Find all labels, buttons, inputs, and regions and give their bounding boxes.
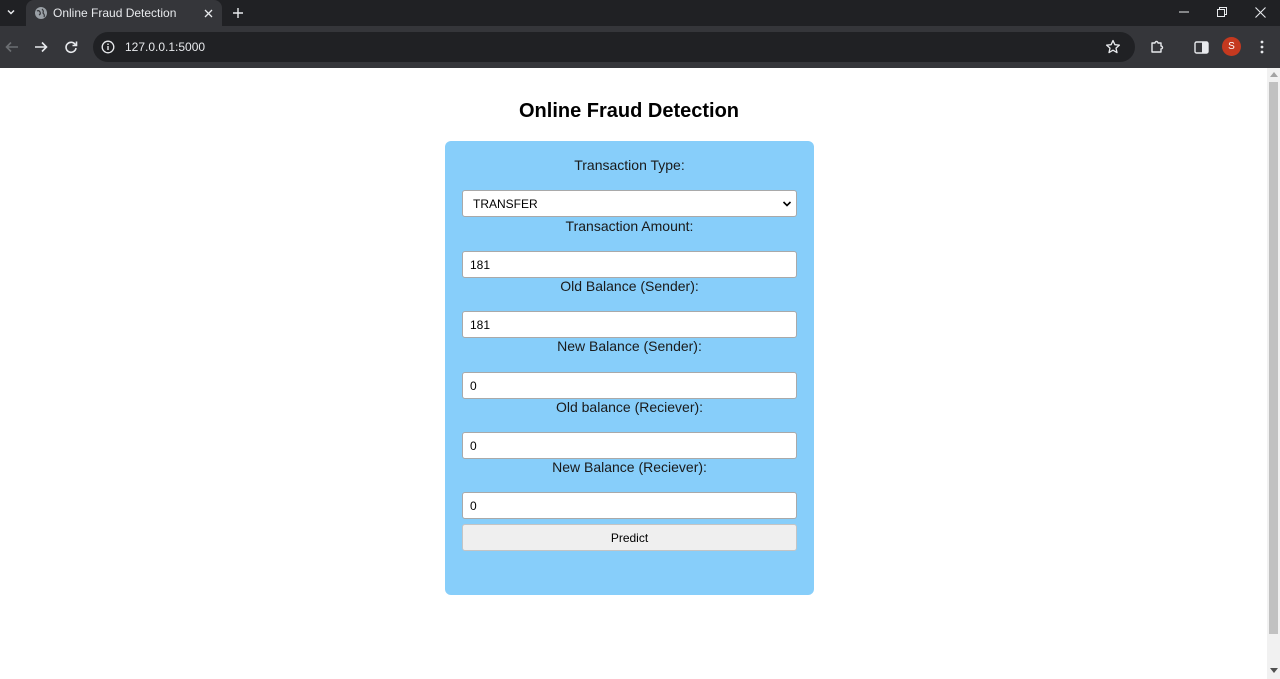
new-tab-plus-icon[interactable]	[228, 3, 248, 23]
side-panel-icon[interactable]	[1191, 37, 1211, 57]
page-title: Online Fraud Detection	[518, 100, 740, 122]
page-scrollbar[interactable]	[1267, 68, 1280, 679]
bookmark-star-icon[interactable]	[1105, 39, 1121, 55]
transaction-type-select[interactable]: TRANSFER	[462, 190, 797, 217]
reload-icon[interactable]	[61, 37, 81, 57]
new-balance-sender-label: New Balance (Sender):	[557, 338, 702, 354]
restore-icon[interactable]	[1203, 0, 1241, 24]
browser-tab-active[interactable]: Online Fraud Detection	[26, 0, 222, 26]
forward-arrow-icon[interactable]	[31, 37, 51, 57]
tab-search-chevron-icon[interactable]	[0, 0, 22, 24]
old-balance-receiver-input[interactable]	[462, 432, 797, 459]
window-close-icon[interactable]	[1241, 0, 1279, 24]
tab-close-icon[interactable]	[200, 5, 216, 21]
back-arrow-icon[interactable]	[2, 37, 22, 57]
tab-title: Online Fraud Detection	[53, 6, 177, 20]
scrollbar-thumb[interactable]	[1269, 82, 1278, 634]
old-balance-receiver-label: Old balance (Reciever):	[555, 399, 704, 415]
address-bar[interactable]: 127.0.0.1:5000	[93, 32, 1135, 62]
globe-icon	[35, 7, 47, 19]
old-balance-sender-label: Old Balance (Sender):	[560, 278, 699, 294]
url-text[interactable]: 127.0.0.1:5000	[125, 40, 205, 54]
profile-avatar[interactable]: S	[1222, 37, 1241, 56]
browser-toolbar: 127.0.0.1:5000 S	[0, 26, 1280, 68]
amount-input[interactable]	[462, 251, 797, 278]
new-balance-sender-input[interactable]	[462, 372, 797, 399]
kebab-menu-icon[interactable]	[1252, 37, 1272, 57]
page-viewport: Online Fraud Detection Transaction Type:…	[0, 68, 1267, 679]
amount-label: Transaction Amount:	[565, 218, 694, 234]
tab-strip: Online Fraud Detection	[0, 0, 1280, 26]
transaction-type-value: TRANSFER	[473, 197, 538, 211]
chevron-down-icon	[782, 201, 792, 207]
scroll-down-arrow-icon[interactable]	[1270, 668, 1278, 673]
transaction-type-label: Transaction Type:	[574, 157, 685, 173]
minimize-icon[interactable]	[1165, 0, 1203, 24]
new-balance-receiver-label: New Balance (Reciever):	[552, 459, 707, 475]
new-balance-receiver-input[interactable]	[462, 492, 797, 519]
site-info-icon[interactable]	[101, 40, 115, 54]
fraud-detection-form: Transaction Type: TRANSFER Transaction A…	[445, 141, 814, 595]
extensions-puzzle-icon[interactable]	[1147, 37, 1167, 57]
predict-button[interactable]: Predict	[462, 524, 797, 551]
scroll-up-arrow-icon[interactable]	[1270, 72, 1278, 77]
old-balance-sender-input[interactable]	[462, 311, 797, 338]
